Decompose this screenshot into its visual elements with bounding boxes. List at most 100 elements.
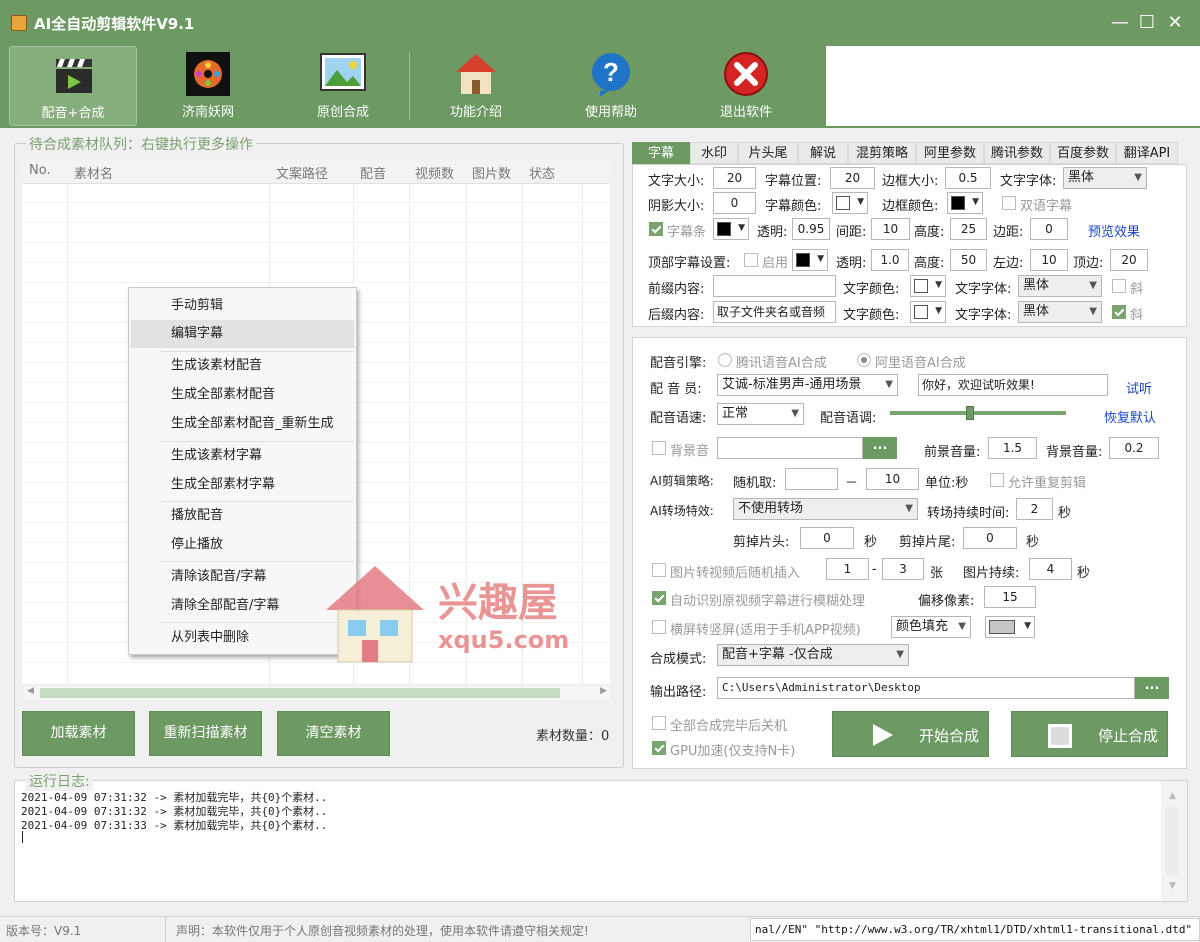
menu-gen-voice[interactable]: 生成该素材配音 [131, 352, 354, 380]
suffix-font-select[interactable]: 黑体 ▼ [1018, 301, 1102, 323]
tab-translate-api[interactable]: 翻译API [1116, 142, 1178, 164]
suffix-color-picker[interactable]: ▼ [910, 301, 946, 323]
shadow-size-input[interactable]: 0 [713, 192, 756, 214]
top-left-input[interactable]: 10 [1030, 249, 1068, 271]
image-to-input[interactable]: 3 [882, 558, 924, 580]
toolbar-intro-button[interactable]: 功能介绍 [412, 46, 540, 126]
tab-ali-params[interactable]: 阿里参数 [916, 142, 984, 164]
menu-stop-play[interactable]: 停止播放 [131, 531, 354, 559]
stop-compose-button[interactable]: 停止合成 [1011, 711, 1168, 757]
reset-default-link[interactable]: 恢复默认 [1104, 407, 1156, 426]
menu-clear-all-voice[interactable]: 清除全部配音/字幕 [131, 592, 354, 620]
minimize-icon[interactable]: — [1107, 10, 1133, 36]
tab-baidu-params[interactable]: 百度参数 [1050, 142, 1116, 164]
col-status[interactable]: 状态 [529, 163, 555, 182]
rescan-material-button[interactable]: 重新扫描素材 [149, 711, 262, 756]
bgm-checkbox[interactable] [652, 441, 666, 455]
bg-volume-input[interactable]: 0.2 [1109, 437, 1159, 459]
engine-tencent-radio[interactable] [718, 353, 732, 367]
bar-color-picker[interactable]: ▼ [713, 218, 749, 240]
toolbar-original-button[interactable]: 原创合成 [279, 46, 407, 126]
bgm-browse-button[interactable]: ... [863, 437, 897, 459]
top-height-input[interactable]: 50 [950, 249, 987, 271]
suffix-italic-checkbox[interactable] [1112, 305, 1126, 319]
transition-select[interactable]: 不使用转场 ▼ [733, 498, 918, 520]
tone-slider-knob[interactable] [965, 406, 974, 420]
col-voice[interactable]: 配音 [360, 163, 386, 182]
shutdown-checkbox[interactable] [652, 716, 666, 730]
top-color-picker[interactable]: ▼ [792, 249, 828, 271]
menu-gen-all-voice-regen[interactable]: 生成全部素材配音_重新生成 [131, 410, 354, 438]
subtitle-position-input[interactable]: 20 [830, 167, 875, 189]
toolbar-exit-button[interactable]: 退出软件 [682, 46, 810, 126]
offset-pixel-input[interactable]: 15 [984, 586, 1036, 608]
voicer-select[interactable]: 艾诚-标准男声-通用场景 ▼ [717, 374, 898, 396]
maximize-icon[interactable]: ☐ [1134, 10, 1160, 36]
tab-watermark[interactable]: 水印 [690, 142, 738, 164]
listen-link[interactable]: 试听 [1126, 378, 1152, 397]
top-alpha-input[interactable]: 1.0 [871, 249, 909, 271]
tab-mix-strategy[interactable]: 混剪策略 [848, 142, 916, 164]
speed-select[interactable]: 正常 ▼ [717, 403, 804, 425]
col-name[interactable]: 素材名 [74, 163, 113, 182]
engine-ali-radio[interactable] [857, 353, 871, 367]
cut-tail-input[interactable]: 0 [963, 527, 1017, 549]
random-from-input[interactable] [785, 468, 838, 490]
bar-height-input[interactable]: 25 [950, 218, 987, 240]
load-material-button[interactable]: 加载素材 [22, 711, 135, 756]
compose-mode-select[interactable]: 配音+字幕 -仅合成 ▼ [717, 644, 909, 666]
vertical-convert-checkbox[interactable] [652, 620, 666, 634]
image-insert-checkbox[interactable] [652, 563, 666, 577]
bar-margin-input[interactable]: 0 [1030, 218, 1068, 240]
fill-mode-select[interactable]: 颜色填充 ▼ [891, 616, 971, 638]
test-text-input[interactable]: 你好，欢迎试听效果! [918, 374, 1108, 396]
queue-hscrollbar[interactable]: ◀ ▶ [24, 686, 610, 700]
blur-subtitle-checkbox[interactable] [652, 591, 666, 605]
run-log[interactable]: 2021-04-09 07:31:32 -> 素材加载完毕，共{0}个素材.. … [14, 780, 1188, 902]
tab-commentary[interactable]: 解说 [798, 142, 848, 164]
tab-tencent-params[interactable]: 腾讯参数 [984, 142, 1050, 164]
top-top-input[interactable]: 20 [1110, 249, 1148, 271]
menu-edit-subtitle[interactable]: 编辑字幕 [131, 320, 354, 348]
col-video-count[interactable]: 视频数 [415, 163, 454, 182]
fill-color-picker[interactable]: ▼ [985, 616, 1035, 638]
bgm-path-input[interactable] [717, 437, 863, 459]
cut-head-input[interactable]: 0 [800, 527, 854, 549]
clear-material-button[interactable]: 清空素材 [277, 711, 390, 756]
close-icon[interactable]: ✕ [1162, 10, 1188, 36]
output-path-input[interactable]: C:\Users\Administrator\Desktop [717, 677, 1135, 699]
menu-delete-from-list[interactable]: 从列表中删除 [131, 624, 354, 652]
border-size-input[interactable]: 0.5 [945, 167, 991, 189]
col-no[interactable]: No. [29, 163, 51, 178]
bar-alpha-input[interactable]: 0.95 [792, 218, 830, 240]
allow-repeat-checkbox[interactable] [990, 473, 1004, 487]
menu-play-voice[interactable]: 播放配音 [131, 502, 354, 530]
tone-slider[interactable] [890, 406, 1066, 420]
subtitle-color-picker[interactable]: ▼ [832, 192, 868, 214]
tab-subtitle[interactable]: 字幕 [632, 142, 690, 164]
suffix-input[interactable]: 取子文件夹名或音频 [713, 301, 836, 323]
preview-link[interactable]: 预览效果 [1088, 221, 1140, 240]
menu-gen-all-subtitle[interactable]: 生成全部素材字幕 [131, 471, 354, 499]
menu-gen-all-voice[interactable]: 生成全部素材配音 [131, 381, 354, 409]
menu-manual-edit[interactable]: 手动剪辑 [131, 292, 354, 320]
log-vscrollbar[interactable]: ▲ ▼ [1161, 781, 1187, 901]
fg-volume-input[interactable]: 1.5 [988, 437, 1037, 459]
prefix-color-picker[interactable]: ▼ [910, 275, 946, 297]
transition-duration-input[interactable]: 2 [1016, 498, 1053, 520]
scroll-thumb[interactable] [40, 688, 560, 698]
random-to-input[interactable]: 10 [866, 468, 919, 490]
prefix-italic-checkbox[interactable] [1112, 279, 1126, 293]
bilingual-checkbox[interactable] [1002, 196, 1016, 210]
col-image-count[interactable]: 图片数 [472, 163, 511, 182]
font-size-input[interactable]: 20 [713, 167, 756, 189]
gpu-checkbox[interactable] [652, 741, 666, 755]
font-select[interactable]: 黑体 ▼ [1063, 167, 1147, 189]
toolbar-help-button[interactable]: ? 使用帮助 [547, 46, 675, 126]
tab-intro-outro[interactable]: 片头尾 [738, 142, 798, 164]
menu-gen-subtitle[interactable]: 生成该素材字幕 [131, 442, 354, 470]
col-script-path[interactable]: 文案路径 [276, 163, 328, 182]
menu-clear-voice[interactable]: 清除该配音/字幕 [131, 563, 354, 591]
start-compose-button[interactable]: 开始合成 [832, 711, 989, 757]
output-browse-button[interactable]: ... [1135, 677, 1169, 699]
